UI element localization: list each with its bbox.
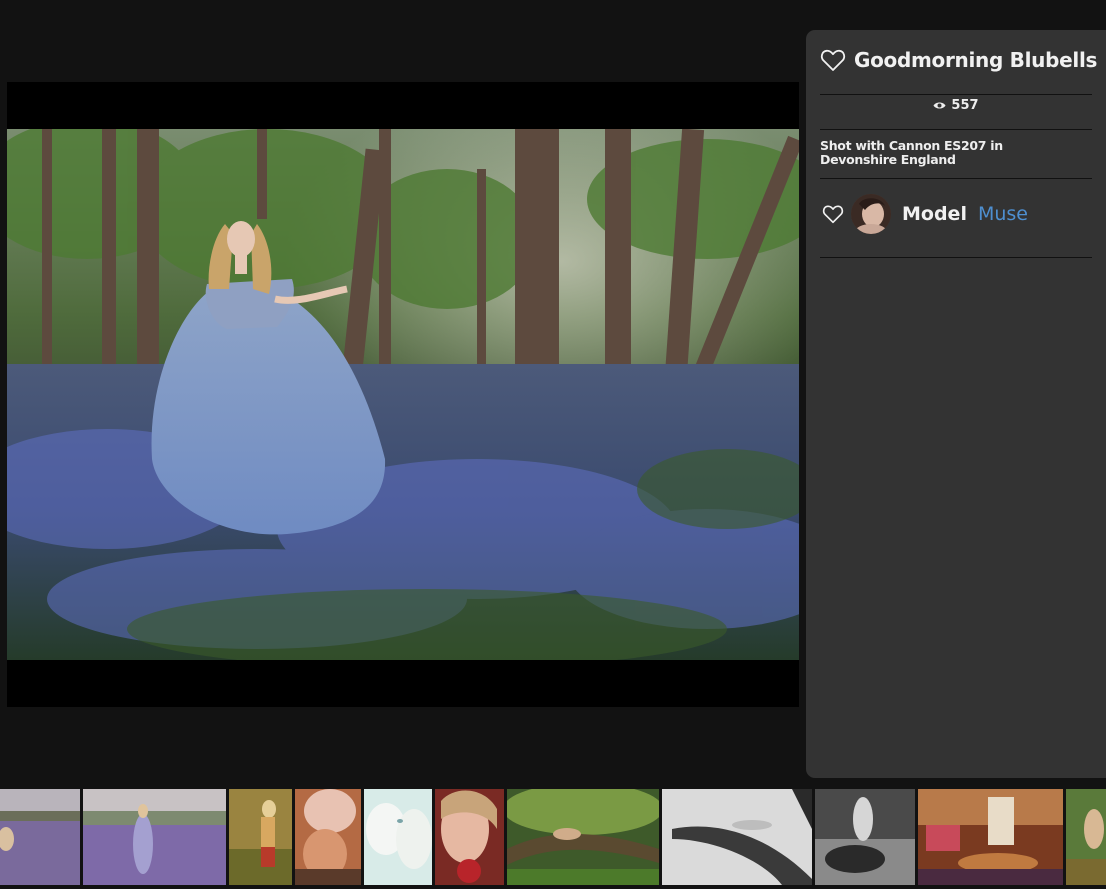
photo-info-panel: Goodmorning Blubells 557 Shot with Canno… — [806, 30, 1106, 778]
thumbnail[interactable] — [229, 789, 292, 885]
divider — [820, 257, 1092, 258]
heart-outline-icon[interactable] — [820, 48, 846, 72]
thumbnail[interactable] — [83, 789, 226, 885]
avatar[interactable] — [851, 194, 891, 234]
view-count-value: 557 — [951, 98, 979, 113]
thumbnail[interactable] — [815, 789, 915, 885]
divider — [820, 178, 1092, 179]
thumbnail[interactable] — [507, 789, 659, 885]
divider — [820, 94, 1092, 95]
thumbnail[interactable] — [662, 789, 812, 885]
credit-role: Model — [902, 203, 967, 225]
credit-row: Model Muse — [822, 193, 1028, 235]
title-row: Goodmorning Blubells — [820, 44, 1097, 76]
thumbnail[interactable] — [0, 789, 80, 885]
heart-outline-icon[interactable] — [822, 204, 844, 224]
thumbnail-strip — [0, 789, 1106, 889]
photo-title: Goodmorning Blubells — [854, 48, 1098, 72]
view-count: 557 — [820, 98, 1092, 113]
thumbnail[interactable] — [364, 789, 432, 885]
thumbnail[interactable] — [435, 789, 504, 885]
photo-viewer — [7, 82, 799, 707]
photo-description: Shot with Cannon ES207 in Devonshire Eng… — [820, 138, 1003, 167]
thumbnail[interactable] — [1066, 789, 1106, 885]
eye-icon — [933, 101, 946, 110]
credit-name-link[interactable]: Muse — [978, 203, 1028, 225]
main-photo[interactable] — [7, 129, 799, 660]
thumbnail[interactable] — [295, 789, 361, 885]
thumbnail[interactable] — [918, 789, 1063, 885]
divider — [820, 129, 1092, 130]
